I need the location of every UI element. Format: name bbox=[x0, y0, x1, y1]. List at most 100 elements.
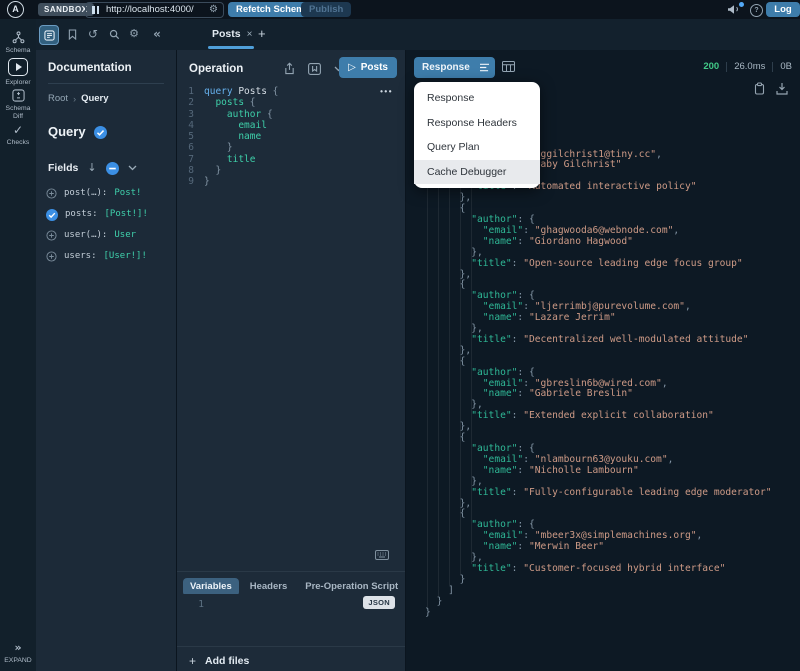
response-json-line: }, bbox=[459, 497, 472, 509]
sort-arrow-icon[interactable]: ↓ bbox=[87, 161, 96, 175]
tab-posts[interactable]: Posts × bbox=[208, 22, 256, 47]
announcements-icon[interactable] bbox=[727, 4, 740, 15]
doc-field-item[interactable]: post(…): Post! bbox=[46, 183, 176, 204]
bottom-tab-headers[interactable]: Headers bbox=[243, 578, 295, 594]
sidebar-label-schema-diff: Schema Diff bbox=[5, 105, 31, 120]
run-button-label: Posts bbox=[360, 62, 388, 73]
help-icon[interactable]: ? bbox=[750, 4, 763, 17]
sidebar-label-checks: Checks bbox=[6, 139, 30, 146]
download-response-icon[interactable] bbox=[776, 82, 788, 95]
type-selected-check-icon bbox=[93, 125, 107, 139]
field-name: users: bbox=[64, 251, 97, 261]
field-type[interactable]: User bbox=[114, 225, 136, 246]
doc-field-item[interactable]: users: [User!]! bbox=[46, 246, 176, 267]
explorer-icon bbox=[0, 58, 36, 76]
divider bbox=[726, 62, 728, 72]
left-nav: Schema Explorer Schema Diff ✓ Checks » E… bbox=[0, 19, 36, 671]
response-json-line: } bbox=[459, 573, 466, 585]
breadcrumb: Root › Query bbox=[48, 93, 164, 105]
table-view-icon[interactable] bbox=[502, 61, 515, 72]
menu-item-response[interactable]: Response bbox=[414, 86, 540, 111]
variables-line-number: 1 bbox=[198, 599, 204, 610]
copy-response-icon[interactable] bbox=[754, 82, 765, 95]
operation-code-line: 5 name bbox=[188, 131, 262, 143]
fields-list: post(…): Post! posts: [Post!]! user(…): User u… bbox=[46, 183, 176, 267]
notification-dot bbox=[739, 2, 744, 7]
field-add-icon[interactable] bbox=[46, 188, 57, 199]
play-icon: ▷ bbox=[348, 62, 356, 73]
share-operation-icon[interactable] bbox=[284, 62, 295, 75]
login-button[interactable]: Log in bbox=[766, 2, 800, 30]
operation-title: Operation bbox=[189, 63, 244, 75]
response-json-line: "title": "Open-source leading edge focus… bbox=[471, 257, 743, 269]
operation-code-line: 1 query Posts { bbox=[188, 86, 279, 97]
new-tab-button[interactable]: + bbox=[258, 24, 266, 44]
history-icon[interactable]: ↺ bbox=[84, 25, 102, 43]
operation-editor[interactable]: 1 query Posts {2 posts {3 author {4 email… bbox=[177, 86, 405, 188]
operation-code-line: 9} bbox=[188, 176, 210, 188]
expand-sidebar-button[interactable]: » EXPAND bbox=[0, 642, 36, 665]
apollo-logo-icon[interactable]: A bbox=[7, 1, 24, 18]
response-json-line: "title": "Extended explicit collaboratio… bbox=[471, 410, 714, 422]
active-tab-underline bbox=[208, 46, 254, 49]
format-badge: JSON bbox=[363, 596, 395, 609]
response-json-line: }, bbox=[459, 192, 472, 204]
operation-code-line: 2 posts { bbox=[188, 97, 256, 109]
bottom-tab-pre-operation-script[interactable]: Pre-Operation Script bbox=[298, 578, 405, 594]
operation-code-line: 8 } bbox=[188, 165, 222, 177]
operation-panel: Operation ▷ Posts ••• 1 query Posts {2 po… bbox=[177, 50, 405, 671]
sidebar-item-explorer[interactable]: Explorer bbox=[0, 58, 36, 87]
divider bbox=[772, 62, 774, 72]
field-add-icon[interactable] bbox=[46, 251, 57, 262]
field-name: post(…): bbox=[64, 188, 108, 198]
field-type[interactable]: [Post!]! bbox=[105, 204, 148, 225]
documentation-panel-icon[interactable] bbox=[39, 25, 59, 45]
operation-code-line: 6 } bbox=[188, 142, 233, 154]
settings-gear-icon[interactable]: ⚙ bbox=[125, 25, 143, 43]
sidebar-item-schema-diff[interactable]: Schema Diff bbox=[0, 89, 36, 121]
sidebar-item-schema[interactable]: Schema bbox=[0, 31, 36, 55]
search-icon[interactable] bbox=[105, 25, 123, 43]
sidebar-item-checks[interactable]: ✓ Checks bbox=[0, 124, 36, 147]
schema-icon bbox=[0, 31, 36, 44]
top-bar: A SANDBOX http://localhost:4000/ ⚙ Refet… bbox=[0, 0, 800, 30]
apollo-sandbox-window: A SANDBOX http://localhost:4000/ ⚙ Refet… bbox=[0, 0, 800, 671]
menu-item-cache-debugger[interactable]: Cache Debugger bbox=[414, 159, 540, 184]
menu-item-response-headers[interactable]: Response Headers bbox=[414, 111, 540, 136]
doc-field-item[interactable]: user(…): User bbox=[46, 225, 176, 246]
response-json-line: }, bbox=[459, 421, 472, 433]
add-files-label: Add files bbox=[205, 655, 250, 667]
deselect-all-icon[interactable] bbox=[105, 161, 119, 175]
bottom-tab-variables[interactable]: Variables bbox=[183, 578, 239, 594]
field-add-icon[interactable] bbox=[46, 230, 57, 241]
menu-item-query-plan[interactable]: Query Plan bbox=[414, 135, 540, 160]
add-files-button[interactable]: + Add files bbox=[189, 651, 249, 671]
response-panel: Response 200 26.0ms 0B { "data": { "post… bbox=[405, 50, 800, 671]
field-selected-check-icon[interactable] bbox=[46, 208, 58, 221]
response-json-line: }, bbox=[459, 344, 472, 356]
format-response-icon[interactable] bbox=[474, 57, 495, 78]
tab-close-icon[interactable]: × bbox=[247, 22, 253, 47]
endpoint-url-text[interactable]: http://localhost:4000/ bbox=[106, 3, 194, 17]
run-operation-button[interactable]: ▷ Posts bbox=[339, 57, 397, 78]
operation-code-line: 7 title bbox=[188, 153, 256, 165]
response-size: 0B bbox=[780, 61, 792, 72]
breadcrumb-root[interactable]: Root bbox=[48, 93, 68, 105]
pause-icon[interactable] bbox=[92, 6, 99, 14]
keyboard-shortcuts-icon[interactable] bbox=[375, 550, 389, 560]
field-type[interactable]: Post! bbox=[114, 183, 141, 204]
fields-chevron-down-icon[interactable] bbox=[128, 165, 137, 171]
endpoint-url-field[interactable]: http://localhost:4000/ ⚙ bbox=[85, 2, 224, 18]
status-code: 200 bbox=[703, 61, 720, 72]
save-to-collection-icon[interactable] bbox=[308, 62, 321, 75]
collapse-panel-icon[interactable]: « bbox=[148, 25, 166, 43]
connection-settings-gear-icon[interactable]: ⚙ bbox=[209, 3, 218, 17]
field-name: posts: bbox=[65, 209, 98, 219]
field-name: user(…): bbox=[64, 230, 108, 240]
checks-icon: ✓ bbox=[12, 123, 24, 137]
doc-field-item[interactable]: posts: [Post!]! bbox=[46, 204, 176, 225]
bookmark-icon[interactable] bbox=[63, 25, 81, 43]
field-type[interactable]: [User!]! bbox=[104, 246, 147, 267]
response-view-label: Response bbox=[422, 62, 470, 73]
response-json-line: } bbox=[425, 606, 431, 618]
